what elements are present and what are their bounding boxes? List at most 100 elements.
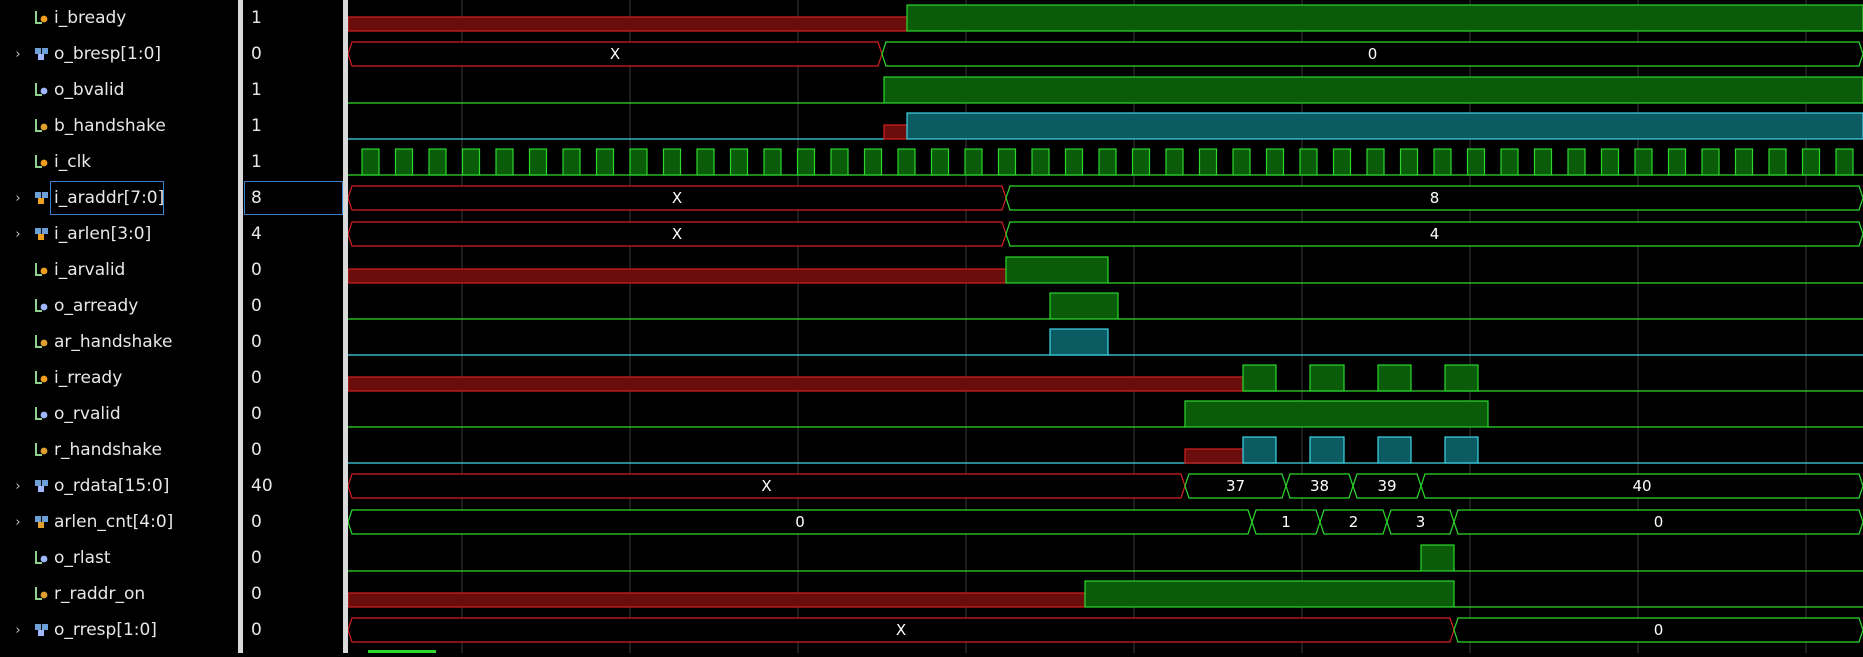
bus-value-label: 0	[1654, 621, 1664, 639]
signal-value-pane: 1 0 1 1 1 8 4 0 0 0 0 0 0 40 0 0 0 0	[243, 0, 343, 653]
signal-value: 1	[251, 80, 262, 100]
bus-value-label: 1	[1281, 513, 1291, 531]
signal-name[interactable]: i_arlen[3:0]	[54, 216, 151, 252]
signal-row[interactable]: o_arready	[0, 288, 238, 324]
expand-chevron-icon[interactable]: ›	[12, 468, 24, 504]
expand-chevron-icon[interactable]: ›	[12, 36, 24, 72]
clock-pulse	[863, 148, 883, 176]
signal-row[interactable]: › i_araddr[7:0]	[0, 180, 238, 216]
signal-value: 1	[251, 116, 262, 136]
signal-value: 0	[251, 584, 262, 604]
signal-name[interactable]: o_bresp[1:0]	[54, 36, 161, 72]
signal-row[interactable]: i_clk	[0, 144, 238, 180]
signal-row[interactable]: r_handshake	[0, 432, 238, 468]
signal-name[interactable]: ar_handshake	[54, 324, 172, 360]
expand-chevron-icon[interactable]: ›	[12, 216, 24, 252]
bus-value-label: 0	[795, 513, 805, 531]
signal-name[interactable]: i_bready	[54, 0, 126, 36]
waveform-pane[interactable]: X 0 X 8 X 4 X 37 38 39 40 0 1 2 3 0 X 0	[347, 0, 1863, 653]
input-bit-icon	[33, 368, 51, 388]
clock-pulse	[696, 148, 715, 176]
value-row: 1	[243, 144, 343, 180]
clock-pulse	[361, 148, 380, 176]
waveform-high	[906, 4, 1863, 32]
signal-name[interactable]: i_araddr[7:0]	[54, 180, 164, 216]
value-row: 0	[243, 252, 343, 288]
signal-name[interactable]: arlen_cnt[4:0]	[54, 504, 173, 540]
signal-value: 0	[251, 512, 262, 532]
expand-chevron-icon[interactable]: ›	[12, 504, 24, 540]
signal-name[interactable]: o_rresp[1:0]	[54, 612, 157, 648]
expand-chevron-icon[interactable]: ›	[12, 180, 24, 216]
bus-value-label: 4	[1430, 225, 1440, 243]
waveform-high	[1377, 436, 1412, 464]
clock-pulse	[763, 148, 782, 176]
signal-name[interactable]: o_rvalid	[54, 396, 121, 432]
expand-chevron-icon[interactable]: ›	[12, 612, 24, 648]
signal-row[interactable]: › arlen_cnt[4:0]	[0, 504, 238, 540]
signal-row[interactable]: i_bready	[0, 0, 238, 36]
signal-value: 0	[251, 368, 262, 388]
clock-pulse	[1064, 148, 1084, 176]
clock-pulse	[1734, 148, 1754, 176]
value-row: 0	[243, 360, 343, 396]
signal-row[interactable]: i_arvalid	[0, 252, 238, 288]
signal-row[interactable]: › o_bresp[1:0]	[0, 36, 238, 72]
signal-row[interactable]: o_rlast	[0, 540, 238, 576]
waveform-high	[1444, 364, 1479, 392]
signal-name[interactable]: o_bvalid	[54, 72, 124, 108]
clock-pulse	[1232, 148, 1251, 176]
signal-row[interactable]: › o_rdata[15:0]	[0, 468, 238, 504]
clock-pulse	[495, 148, 514, 176]
internal-bit-icon	[33, 332, 51, 352]
output-bit-icon	[33, 296, 51, 316]
signal-value: 1	[251, 152, 262, 172]
signal-value: 0	[251, 620, 262, 640]
signal-name[interactable]: o_rlast	[54, 540, 111, 576]
signal-name[interactable]: r_raddr_on	[54, 576, 145, 612]
waveform-undefined	[1184, 448, 1244, 464]
clock-pulse	[1768, 148, 1787, 176]
clock-pulse	[1667, 148, 1687, 176]
signal-name[interactable]: b_handshake	[54, 108, 166, 144]
waveform-high	[1242, 436, 1277, 464]
waveform-canvas[interactable]: X 0X 8X 4X 37 38 39 400 1 2 3 0X 0	[347, 0, 1863, 653]
value-row: 0	[243, 504, 343, 540]
bus-value-label: 38	[1310, 477, 1329, 495]
value-row: 4	[243, 216, 343, 252]
signal-value: 4	[251, 224, 262, 244]
bus-value-label: 39	[1377, 477, 1396, 495]
signal-name[interactable]: r_handshake	[54, 432, 162, 468]
clock-pulse	[1198, 148, 1218, 176]
signal-value: 0	[251, 548, 262, 568]
signal-value: 1	[251, 8, 262, 28]
value-row: 40	[243, 468, 343, 504]
output-bus-icon	[33, 44, 51, 64]
signal-name[interactable]: o_arready	[54, 288, 138, 324]
waveform-high	[1049, 292, 1119, 320]
clock-pulse	[897, 148, 916, 176]
signal-name[interactable]: i_clk	[54, 144, 91, 180]
output-bit-icon	[33, 548, 51, 568]
clock-pulse	[1031, 148, 1050, 176]
input-bit-icon	[33, 152, 51, 172]
input-bus-icon	[33, 224, 51, 244]
signal-row[interactable]: › i_arlen[3:0]	[0, 216, 238, 252]
signal-row[interactable]: › o_rresp[1:0]	[0, 612, 238, 648]
signal-name[interactable]: o_rdata[15:0]	[54, 468, 169, 504]
output-bit-icon	[33, 80, 51, 100]
clock-pulse	[1332, 148, 1352, 176]
bus-value-label: 37	[1226, 477, 1245, 495]
signal-row[interactable]: i_rready	[0, 360, 238, 396]
clock-pulse	[997, 148, 1017, 176]
bus-value-label: 0	[1654, 513, 1664, 531]
signal-row[interactable]: o_bvalid	[0, 72, 238, 108]
signal-name[interactable]: i_rready	[54, 360, 122, 396]
signal-row[interactable]: b_handshake	[0, 108, 238, 144]
signal-row[interactable]: ar_handshake	[0, 324, 238, 360]
signal-row[interactable]: r_raddr_on	[0, 576, 238, 612]
internal-bus-icon	[33, 512, 51, 532]
clock-pulse	[1131, 148, 1151, 176]
signal-row[interactable]: o_rvalid	[0, 396, 238, 432]
signal-name[interactable]: i_arvalid	[54, 252, 125, 288]
